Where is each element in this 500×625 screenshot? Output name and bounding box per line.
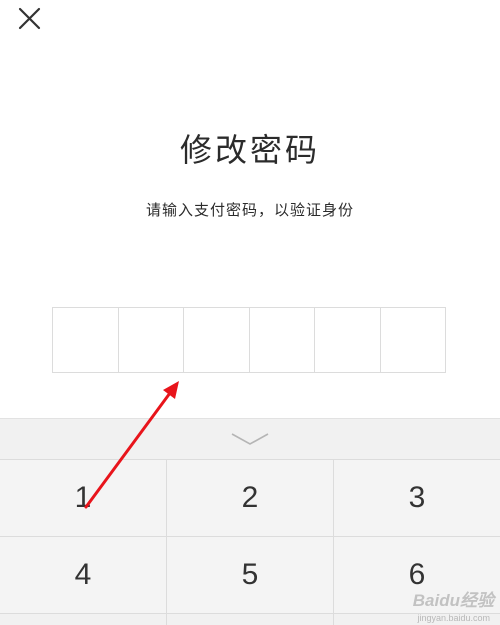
key-divider <box>333 460 334 625</box>
baidu-watermark: Baidu经验 <box>412 591 494 610</box>
pin-digit-1[interactable] <box>53 308 119 372</box>
key-4[interactable]: 4 <box>0 537 166 613</box>
key-2[interactable]: 2 <box>167 460 333 536</box>
key-5[interactable]: 5 <box>167 537 333 613</box>
chevron-down-icon[interactable] <box>230 432 270 446</box>
pin-digit-3[interactable] <box>184 308 250 372</box>
page-title: 修改密码 <box>179 131 320 169</box>
key-divider <box>0 536 500 537</box>
pin-digit-5[interactable] <box>315 308 381 372</box>
close-icon[interactable] <box>14 4 44 34</box>
close-button[interactable] <box>14 4 44 34</box>
pin-digit-2[interactable] <box>119 308 184 372</box>
key-3[interactable]: 3 <box>334 460 500 536</box>
key-divider <box>166 460 167 625</box>
baidu-watermark-url: jingyan.baidu.com <box>417 613 490 623</box>
page-subtitle: 请输入支付密码，以验证身份 <box>145 201 354 219</box>
payment-password-input[interactable] <box>52 307 446 373</box>
pin-digit-6[interactable] <box>381 308 446 372</box>
key-1[interactable]: 1 <box>0 460 166 536</box>
pin-digit-4[interactable] <box>250 308 315 372</box>
keyboard-collapse-button[interactable] <box>0 419 500 459</box>
